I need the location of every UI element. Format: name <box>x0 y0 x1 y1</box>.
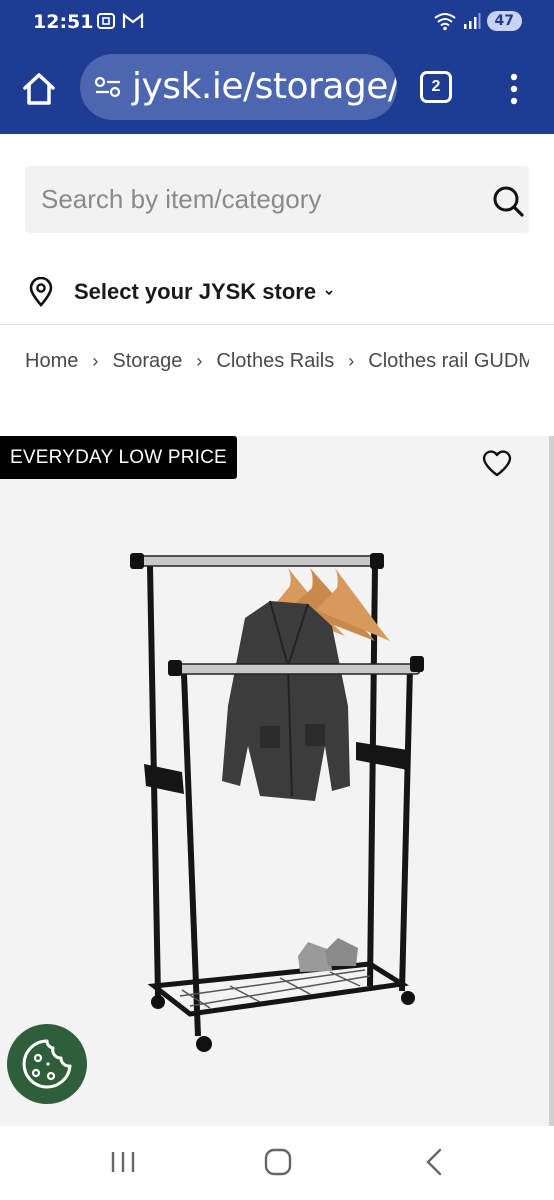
recent-apps-icon[interactable] <box>110 1150 136 1174</box>
status-time: 12:51 <box>33 11 94 33</box>
battery-icon: 47 <box>486 11 522 31</box>
heart-icon[interactable] <box>481 448 513 478</box>
status-bar: 12:51 47 <box>0 0 554 44</box>
status-icons-left <box>96 12 144 30</box>
site-settings-icon[interactable] <box>94 75 122 99</box>
system-navigation-bar <box>0 1126 554 1200</box>
url-text: jysk.ie/storage/ <box>132 66 397 107</box>
cookie-icon <box>22 1039 72 1089</box>
address-bar[interactable]: jysk.ie/storage/ <box>80 54 397 120</box>
breadcrumb-clothes-rails[interactable]: Clothes Rails <box>216 350 334 373</box>
breadcrumb-separator: › <box>348 350 355 371</box>
browser-toolbar: jysk.ie/storage/ 2 <box>0 44 554 134</box>
breadcrumb-home[interactable]: Home <box>25 350 78 373</box>
signal-icon <box>463 13 481 29</box>
search-icon[interactable] <box>491 184 525 218</box>
home-icon[interactable] <box>264 1148 292 1176</box>
search-box <box>25 166 529 233</box>
wifi-icon <box>433 13 456 31</box>
everyday-low-price-badge: EVERYDAY LOW PRICE <box>0 436 237 479</box>
divider <box>0 324 554 325</box>
location-pin-icon <box>29 277 53 307</box>
screenshot-icon <box>97 13 115 29</box>
breadcrumb-separator: › <box>92 350 99 371</box>
breadcrumb-separator: › <box>196 350 203 371</box>
tab-switcher-button[interactable]: 2 <box>420 71 452 103</box>
home-icon[interactable] <box>20 70 58 108</box>
product-image-carousel[interactable]: EVERYDAY LOW PRICE <box>0 436 549 1126</box>
search-input[interactable] <box>41 166 461 233</box>
status-icons-right: 47 <box>433 11 522 31</box>
gmail-icon <box>122 12 144 28</box>
breadcrumb: Home › Storage › Clothes Rails › Clothes… <box>25 346 529 376</box>
overflow-menu-icon[interactable] <box>506 70 522 108</box>
store-selector[interactable]: Select your JYSK store <box>28 272 334 312</box>
back-icon[interactable] <box>424 1148 444 1176</box>
cookie-settings-button[interactable] <box>7 1024 87 1104</box>
breadcrumb-storage[interactable]: Storage <box>112 350 182 373</box>
store-selector-label: Select your JYSK store <box>74 279 317 304</box>
carousel-next-peek <box>549 436 554 1126</box>
product-image <box>130 553 424 1052</box>
breadcrumb-current: Clothes rail GUDM <box>368 349 529 372</box>
spacer <box>0 398 554 436</box>
chevron-down-icon <box>325 290 333 296</box>
